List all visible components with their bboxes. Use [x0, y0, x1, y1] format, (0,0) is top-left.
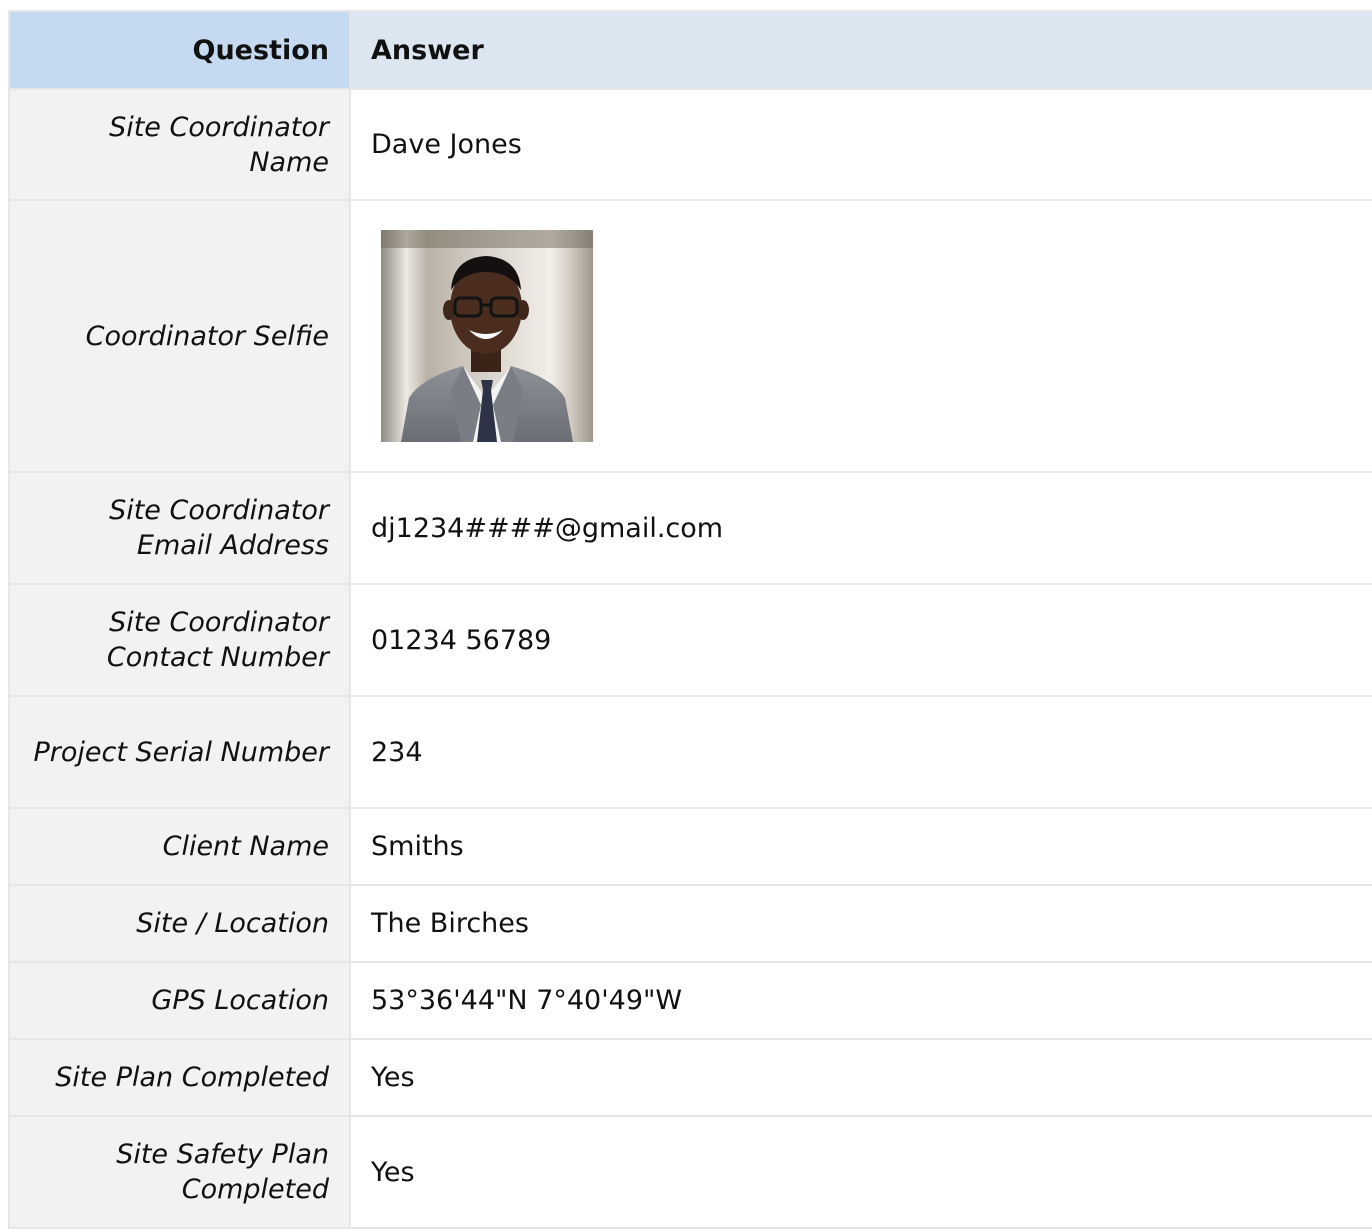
question-cell: Site / Location	[8, 884, 351, 963]
answer-cell: 01234 56789	[349, 583, 1372, 697]
question-cell: Site Coordinator Contact Number	[8, 583, 351, 697]
question-cell: Site Coordinator Name	[8, 88, 351, 201]
table-row: GPS Location 53°36'44"N 7°40'49"W	[8, 961, 1372, 1040]
question-cell: Site Plan Completed	[8, 1038, 351, 1117]
question-cell: Site Coordinator Email Address	[8, 471, 351, 585]
answer-cell: 53°36'44"N 7°40'49"W	[349, 961, 1372, 1040]
coordinator-selfie-image[interactable]	[381, 230, 593, 442]
form-response-table: Question Answer Site Coordinator Name Da…	[8, 10, 1372, 1229]
answer-cell: Yes	[349, 1115, 1372, 1229]
table-row: Client Name Smiths	[8, 807, 1372, 886]
table-row: Site Coordinator Name Dave Jones	[8, 88, 1372, 201]
table-row: Site Coordinator Email Address dj1234###…	[8, 471, 1372, 585]
header-question: Question	[8, 10, 351, 90]
table-row: Coordinator Selfie	[8, 199, 1372, 473]
answer-cell: 234	[349, 695, 1372, 809]
answer-cell: Dave Jones	[349, 88, 1372, 201]
question-cell: Coordinator Selfie	[8, 199, 351, 473]
table-row: Site Coordinator Contact Number 01234 56…	[8, 583, 1372, 697]
table-header-row: Question Answer	[8, 10, 1372, 90]
answer-cell: Smiths	[349, 807, 1372, 886]
table-row: Site Safety Plan Completed Yes	[8, 1115, 1372, 1229]
form-response-table-container: Question Answer Site Coordinator Name Da…	[8, 10, 1372, 1229]
table-row: Site / Location The Birches	[8, 884, 1372, 963]
question-cell: Client Name	[8, 807, 351, 886]
table-row: Site Plan Completed Yes	[8, 1038, 1372, 1117]
header-answer: Answer	[349, 10, 1372, 90]
answer-cell-selfie	[349, 199, 1372, 473]
answer-cell: The Birches	[349, 884, 1372, 963]
answer-cell: dj1234####@gmail.com	[349, 471, 1372, 585]
question-cell: Project Serial Number	[8, 695, 351, 809]
question-cell: GPS Location	[8, 961, 351, 1040]
question-cell: Site Safety Plan Completed	[8, 1115, 351, 1229]
answer-cell: Yes	[349, 1038, 1372, 1117]
table-row: Project Serial Number 234	[8, 695, 1372, 809]
